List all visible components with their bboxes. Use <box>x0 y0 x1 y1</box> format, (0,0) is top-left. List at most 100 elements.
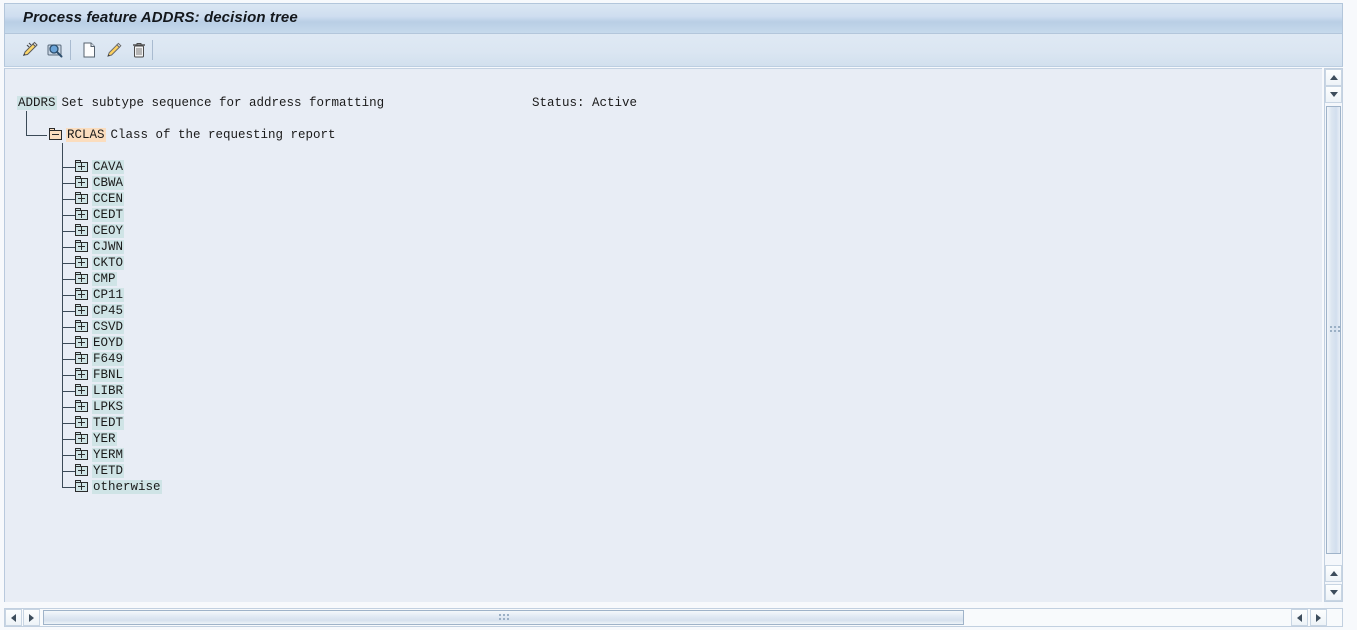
tree-leaf-node[interactable]: YERM <box>75 447 125 463</box>
tree-connector-leaf-horizontal <box>62 375 75 376</box>
tree-leaf-node[interactable]: CEDT <box>75 207 125 223</box>
tree-leaf-node[interactable]: YETD <box>75 463 125 479</box>
scroll-left-button-start[interactable] <box>5 609 22 626</box>
window-title-bar: Process feature ADDRS: decision tree <box>4 3 1343 34</box>
expand-plus-icon[interactable] <box>75 176 88 188</box>
expand-plus-icon[interactable] <box>75 288 88 300</box>
expand-plus-icon[interactable] <box>75 192 88 204</box>
tree-connector-leaf-horizontal <box>62 183 75 184</box>
expand-plus-icon[interactable] <box>75 480 88 492</box>
sap-application-window: Process feature ADDRS: decision tree ADD… <box>0 0 1357 630</box>
scroll-up-button-bottom[interactable] <box>1325 565 1342 582</box>
tree-leaf-label: CCEN <box>92 192 125 206</box>
tree-leaf-node[interactable]: FBNL <box>75 367 125 383</box>
scroll-right-button-start[interactable] <box>23 609 40 626</box>
tree-leaf-node[interactable]: CCEN <box>75 191 125 207</box>
tree-connector-leaf-horizontal <box>62 279 75 280</box>
expand-plus-icon[interactable] <box>75 304 88 316</box>
tree-connector-leaf-horizontal <box>62 327 75 328</box>
chevron-left-icon-end <box>1297 613 1302 622</box>
expand-plus-icon[interactable] <box>75 336 88 348</box>
scroll-up-button-top[interactable] <box>1325 69 1342 86</box>
expand-plus-icon[interactable] <box>75 272 88 284</box>
expand-plus-icon[interactable] <box>75 464 88 476</box>
folder-open-icon[interactable] <box>49 128 62 140</box>
tree-root-node[interactable]: ADDRS Set subtype sequence for address fo… <box>17 95 384 111</box>
chevron-right-icon-end <box>1316 613 1321 622</box>
expand-plus-icon[interactable] <box>75 400 88 412</box>
expand-plus-icon[interactable] <box>75 224 88 236</box>
tree-leaf-label: CBWA <box>92 176 125 190</box>
expand-plus-icon[interactable] <box>75 416 88 428</box>
tree-leaf-node[interactable]: TEDT <box>75 415 125 431</box>
delete-trash-glyph <box>133 43 145 58</box>
expand-plus-icon[interactable] <box>75 320 88 332</box>
tree-leaf-node[interactable]: CAVA <box>75 159 125 175</box>
tree-node-rclas[interactable]: RCLAS Class of the requesting report <box>49 127 336 143</box>
tree-leaf-node[interactable]: EOYD <box>75 335 125 351</box>
tree-leaf-node[interactable]: CBWA <box>75 175 125 191</box>
tree-connector-leaf-horizontal <box>62 199 75 200</box>
expand-plus-icon[interactable] <box>75 432 88 444</box>
create-document-glyph <box>83 42 95 58</box>
tree-leaf-label: F649 <box>92 352 125 366</box>
tree-connector-leaf-spine <box>62 143 63 488</box>
chevron-up-icon <box>1329 75 1338 80</box>
tree-leaf-node[interactable]: LPKS <box>75 399 125 415</box>
tree-connector-leaf-horizontal <box>62 471 75 472</box>
expand-plus-icon[interactable] <box>75 208 88 220</box>
expand-plus-icon[interactable] <box>75 240 88 252</box>
chevron-right-icon <box>29 613 34 622</box>
vertical-scrollbar[interactable] <box>1324 68 1343 602</box>
tree-leaf-node[interactable]: F649 <box>75 351 125 367</box>
chevron-down-icon <box>1329 92 1338 97</box>
tree-leaf-node[interactable]: YER <box>75 431 117 447</box>
tree-leaf-node[interactable]: CJWN <box>75 239 125 255</box>
tree-leaf-node[interactable]: otherwise <box>75 479 162 495</box>
scroll-left-button-end[interactable] <box>1291 609 1308 626</box>
horizontal-scrollbar-thumb[interactable] <box>43 610 964 625</box>
execute-pencil-icon[interactable] <box>18 38 42 62</box>
tree-leaf-label: otherwise <box>92 480 162 494</box>
vertical-scrollbar-thumb[interactable] <box>1326 106 1341 554</box>
expand-plus-icon[interactable] <box>75 256 88 268</box>
tree-connector-leaf-horizontal <box>62 455 75 456</box>
tree-leaf-label: CEDT <box>92 208 125 222</box>
tree-connector-leaf-horizontal <box>62 215 75 216</box>
create-document-icon[interactable] <box>77 38 101 62</box>
tree-leaf-node[interactable]: CEOY <box>75 223 125 239</box>
expand-plus-icon[interactable] <box>75 368 88 380</box>
change-pencil-icon[interactable] <box>102 38 126 62</box>
tree-connector-leaf-horizontal <box>62 391 75 392</box>
tree-connector-leaf-horizontal <box>62 231 75 232</box>
tree-leaf-node[interactable]: CSVD <box>75 319 125 335</box>
horizontal-scrollbar[interactable] <box>4 608 1343 627</box>
tree-leaf-node[interactable]: CMP <box>75 271 117 287</box>
vertical-thumb-grip <box>1330 326 1340 334</box>
scroll-right-button-end[interactable] <box>1310 609 1327 626</box>
tree-leaf-label: TEDT <box>92 416 125 430</box>
display-magnifier-icon[interactable] <box>43 38 67 62</box>
tree-connector-root-vertical <box>26 111 27 135</box>
tree-connector-leaf-horizontal <box>62 167 75 168</box>
tree-leaf-node[interactable]: CP45 <box>75 303 125 319</box>
execute-pencil-glyph <box>23 41 38 56</box>
delete-trash-icon[interactable] <box>127 38 151 62</box>
tree-connector-leaf-horizontal <box>62 487 75 488</box>
page-title: Process feature ADDRS: decision tree <box>23 9 298 26</box>
expand-plus-icon[interactable] <box>75 448 88 460</box>
expand-plus-icon[interactable] <box>75 160 88 172</box>
tree-leaf-node[interactable]: LIBR <box>75 383 125 399</box>
status-badge: Status: Active <box>532 96 638 110</box>
tree-leaf-node[interactable]: CP11 <box>75 287 125 303</box>
change-pencil-glyph <box>107 42 122 57</box>
scroll-down-button-top[interactable] <box>1325 86 1342 103</box>
scroll-down-button-bottom[interactable] <box>1325 584 1342 601</box>
tree-root-code: ADDRS <box>17 96 57 110</box>
expand-plus-icon[interactable] <box>75 352 88 364</box>
tree-connector-leaf-horizontal <box>62 295 75 296</box>
expand-plus-icon[interactable] <box>75 384 88 396</box>
tree-leaf-label: CSVD <box>92 320 125 334</box>
tree-leaf-node[interactable]: CKTO <box>75 255 125 271</box>
tree-leaf-label: CAVA <box>92 160 125 174</box>
